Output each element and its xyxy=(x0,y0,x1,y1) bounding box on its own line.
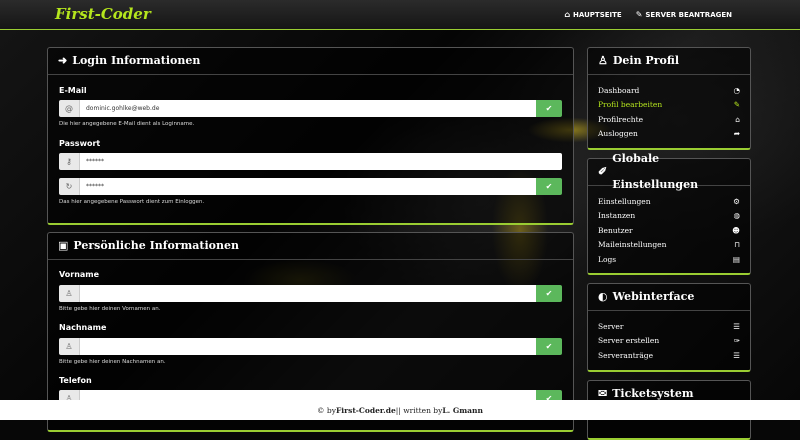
password-repeat-input-group: ↻ ✔ xyxy=(59,178,562,195)
list-icon: ☰ xyxy=(733,321,740,331)
user-icon: ♙ xyxy=(598,54,608,67)
lastname-field[interactable] xyxy=(80,338,536,355)
webinterface-panel: ◐ Webinterface Server ☰ Server erstellen… xyxy=(587,283,751,372)
nav-link-request-server-label: SERVER BEANTRAGEN xyxy=(645,10,732,19)
nav-link-home-label: HAUPTSEITE xyxy=(573,10,622,19)
menu-item-label: Dashboard xyxy=(598,85,640,95)
global-settings-panel: ✐ Globale Einstellungen Einstellungen ⚙ … xyxy=(587,152,751,275)
login-panel: ➜ Login Informationen E-Mail @ ✔ Die hie… xyxy=(47,47,574,225)
footer-middle: || written by xyxy=(395,405,443,415)
lastname-help-text: Bitte gebe hier deinen Nachnamen an. xyxy=(59,359,166,365)
email-input-group: @ ✔ xyxy=(59,100,562,117)
global-menu: Einstellungen ⚙ Instanzen ◍ Benutzer ☻ M… xyxy=(588,186,750,275)
menu-item-label: Benutzer xyxy=(598,225,633,235)
archive-icon: ▤ xyxy=(732,254,740,264)
menu-item-label: Ausloggen xyxy=(598,129,638,139)
menu-item-label: Maileinstellungen xyxy=(598,240,667,250)
global-panel-title: Globale Einstellungen xyxy=(612,152,699,191)
brush-icon: ✑ xyxy=(733,336,740,346)
menu-item-dashboard[interactable]: Dashboard ◔ xyxy=(598,83,740,98)
firstname-input-group: ♙ ✔ xyxy=(59,285,562,302)
firstname-field[interactable] xyxy=(80,285,536,302)
firstname-help-text: Bitte gebe hier deinen Vornamen an. xyxy=(59,306,161,312)
menu-item-label: Serveranträge xyxy=(598,350,654,360)
firstname-label: Vorname xyxy=(59,270,100,279)
logout-icon: ➦ xyxy=(733,129,740,139)
user-icon: ♙ xyxy=(59,285,80,302)
login-panel-title: Login Informationen xyxy=(72,54,201,67)
menu-item-label: Server erstellen xyxy=(598,336,660,346)
menu-item-logout[interactable]: Ausloggen ➦ xyxy=(598,127,740,142)
footer: © by First-Coder.de || written by L. Gma… xyxy=(0,400,800,420)
id-card-icon: ▣ xyxy=(58,239,69,252)
footer-author: L. Gmann xyxy=(442,405,483,415)
menu-item-label: Instanzen xyxy=(598,211,636,221)
menu-item-edit-profile[interactable]: Profil bearbeiten ✎ xyxy=(598,98,740,113)
personal-panel-title: Persönliche Informationen xyxy=(73,239,239,252)
list-icon: ☰ xyxy=(733,350,740,360)
password-input-group: ⚷ xyxy=(59,153,562,170)
footer-site-link[interactable]: First-Coder.de xyxy=(336,406,396,415)
teamspeak-icon: ◐ xyxy=(598,290,608,303)
menu-item-create-server[interactable]: Server erstellen ✑ xyxy=(598,334,740,349)
cogs-icon: ⚙ xyxy=(733,196,740,206)
lastname-label: Nachname xyxy=(59,323,107,332)
menu-item-label: Profil bearbeiten xyxy=(598,100,663,110)
global-panel-header: ✐ Globale Einstellungen xyxy=(588,152,750,191)
menu-item-label: Logs xyxy=(598,254,617,264)
key-icon: ⚷ xyxy=(59,153,80,170)
phone-label: Telefon xyxy=(59,376,92,385)
menu-item-label: Einstellungen xyxy=(598,196,651,206)
web-panel-title: Webinterface xyxy=(612,290,695,303)
lastname-input-group: ♙ ✔ xyxy=(59,338,562,355)
password-save-button[interactable]: ✔ xyxy=(536,178,562,195)
menu-item-label: Server xyxy=(598,321,624,331)
inbox-icon: ⊓ xyxy=(734,240,740,250)
profile-menu: Dashboard ◔ Profil bearbeiten ✎ Profilre… xyxy=(588,75,750,149)
password-help-text: Das hier angegebene Passwort dient zum E… xyxy=(59,199,205,205)
users-icon: ☻ xyxy=(732,225,740,235)
personal-panel-header: ▣ Persönliche Informationen xyxy=(48,233,573,260)
menu-item-logs[interactable]: Logs ▤ xyxy=(598,252,740,267)
nav-link-home[interactable]: ⌂ HAUPTSEITE xyxy=(564,10,621,19)
footer-prefix: © by xyxy=(317,405,336,415)
wrench-icon: ✐ xyxy=(598,165,608,178)
home-icon: ⌂ xyxy=(564,10,571,19)
email-save-button[interactable]: ✔ xyxy=(536,100,562,117)
password-field[interactable] xyxy=(80,153,562,170)
email-help-text: Die hier angegebene E-Mail dient als Log… xyxy=(59,121,195,127)
bank-icon: ⌂ xyxy=(735,114,740,124)
sign-in-icon: ➜ xyxy=(58,54,68,67)
menu-item-server[interactable]: Server ☰ xyxy=(598,319,740,334)
globe-icon: ◍ xyxy=(733,211,740,221)
refresh-icon: ↻ xyxy=(59,178,80,195)
dashboard-icon: ◔ xyxy=(733,85,740,95)
menu-item-instances[interactable]: Instanzen ◍ xyxy=(598,209,740,224)
menu-item-users[interactable]: Benutzer ☻ xyxy=(598,223,740,238)
menu-item-mail-settings[interactable]: Maileinstellungen ⊓ xyxy=(598,238,740,253)
email-field[interactable] xyxy=(80,100,536,117)
lastname-save-button[interactable]: ✔ xyxy=(536,338,562,355)
nav-link-request-server[interactable]: ✎ SERVER BEANTRAGEN xyxy=(636,10,732,19)
nav-links: ⌂ HAUPTSEITE ✎ SERVER BEANTRAGEN xyxy=(564,10,732,19)
password-label: Passwort xyxy=(59,139,101,148)
password-repeat-field[interactable] xyxy=(80,178,536,195)
email-label: E-Mail xyxy=(59,86,87,95)
menu-item-server-requests[interactable]: Serveranträge ☰ xyxy=(598,348,740,363)
profile-panel-title: Dein Profil xyxy=(612,54,679,67)
menu-item-profile-rights[interactable]: Profilrechte ⌂ xyxy=(598,112,740,127)
web-panel-header: ◐ Webinterface xyxy=(588,284,750,311)
login-panel-header: ➜ Login Informationen xyxy=(48,48,573,75)
web-menu: Server ☰ Server erstellen ✑ Serveranträg… xyxy=(588,311,750,371)
profile-panel-header: ♙ Dein Profil xyxy=(588,48,750,75)
edit-icon: ✎ xyxy=(635,10,643,19)
top-navbar: First-Coder ⌂ HAUPTSEITE ✎ SERVER BEANTR… xyxy=(0,0,800,30)
menu-item-label: Profilrechte xyxy=(598,114,644,124)
firstname-save-button[interactable]: ✔ xyxy=(536,285,562,302)
profile-panel: ♙ Dein Profil Dashboard ◔ Profil bearbei… xyxy=(587,47,751,150)
edit-icon: ✎ xyxy=(733,100,740,110)
at-icon: @ xyxy=(59,100,80,117)
brand-logo[interactable]: First-Coder xyxy=(55,5,151,23)
user-icon: ♙ xyxy=(59,338,80,355)
